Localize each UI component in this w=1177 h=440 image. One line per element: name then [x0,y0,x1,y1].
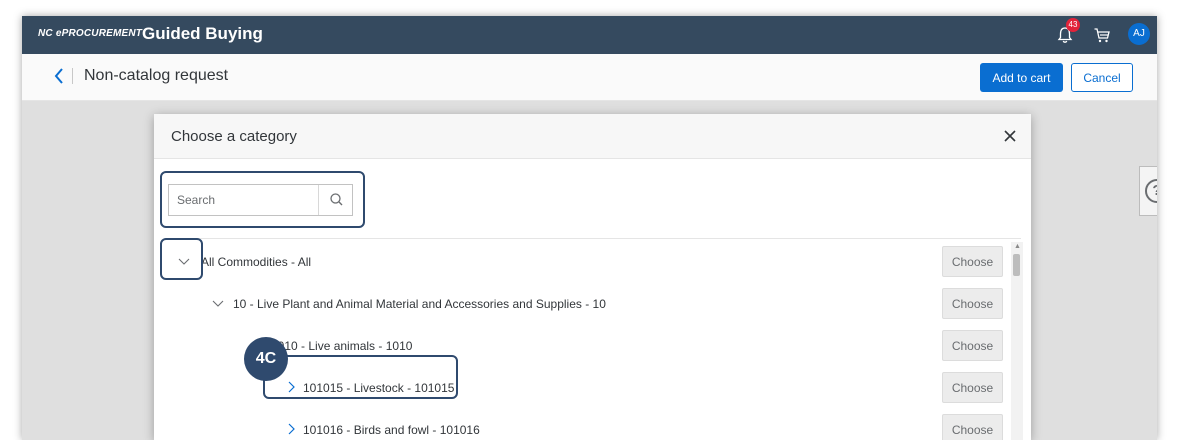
expand-highlight-box [160,238,203,280]
choose-button[interactable]: Choose [942,372,1003,403]
tree-row: All Commodities - All Choose [154,242,1031,284]
chevron-right-icon[interactable] [285,423,297,435]
divider [168,238,1021,239]
choose-button[interactable]: Choose [942,414,1003,440]
choose-button[interactable]: Choose [942,288,1003,319]
app-window: NC ePROCUREMENT Guided Buying 43 AJ Non-… [22,16,1157,440]
chevron-down-icon[interactable] [212,297,224,309]
help-icon: ? [1145,179,1157,203]
avatar[interactable]: AJ [1128,23,1150,45]
tree-item-label[interactable]: All Commodities - All [201,255,311,269]
brand-logo: NC ePROCUREMENT [38,28,143,39]
choose-button[interactable]: Choose [942,246,1003,277]
tree-row: 101016 - Birds and fowl - 101016 Choose [154,410,1031,440]
cancel-button[interactable]: Cancel [1071,63,1133,92]
notification-badge: 43 [1066,18,1080,32]
help-tab[interactable]: ? [1139,166,1157,216]
dialog-title: Choose a category [171,128,297,145]
scroll-up-arrow-icon[interactable]: ▲ [1014,243,1021,250]
dialog-header: Choose a category [154,114,1031,159]
page-header: Non-catalog request Add to cart Cancel [22,54,1157,101]
tree-item-label[interactable]: 101016 - Birds and fowl - 101016 [303,423,480,437]
tree-row: 10 - Live Plant and Animal Material and … [154,284,1031,326]
choose-button[interactable]: Choose [942,330,1003,361]
back-chevron-icon[interactable] [52,66,66,86]
cart-icon[interactable] [1093,26,1111,44]
search-highlight-box [160,171,365,228]
close-icon[interactable] [1002,128,1018,144]
app-title: Guided Buying [142,24,263,43]
separator [72,68,73,84]
page-title: Non-catalog request [84,67,229,84]
shell-bar: NC ePROCUREMENT Guided Buying 43 AJ [22,16,1157,54]
tree-item-label[interactable]: 1010 - Live animals - 1010 [271,339,412,353]
tree-item-label[interactable]: 10 - Live Plant and Animal Material and … [233,297,606,311]
step-callout-badge: 4C [244,337,288,381]
scrollbar[interactable]: ▲ [1011,242,1023,440]
add-to-cart-button[interactable]: Add to cart [980,63,1063,92]
livestock-highlight-box [263,355,458,399]
scrollbar-thumb[interactable] [1013,254,1020,276]
